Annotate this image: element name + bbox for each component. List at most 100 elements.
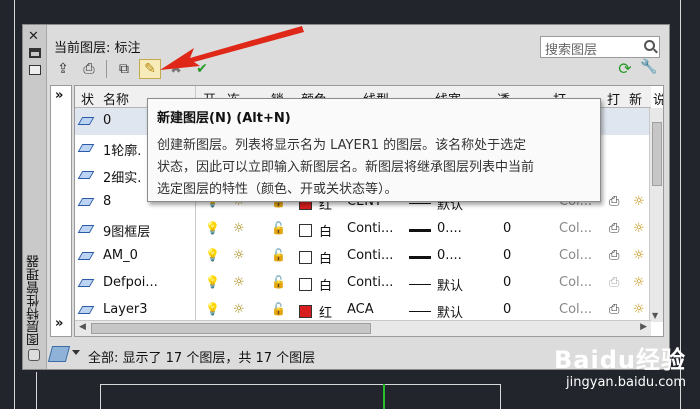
layer-transparency[interactable]: 0 [503, 248, 511, 263]
layer-linetype[interactable]: Conti... [347, 221, 393, 236]
layer-name[interactable]: AM_0 [103, 248, 138, 263]
cad-line [100, 384, 101, 409]
layer-lineweight[interactable]: 默认 [437, 275, 463, 294]
scroll-down-icon[interactable]: ▼ [652, 311, 658, 320]
invert-filter-checkbox[interactable] [28, 349, 40, 361]
layer-name[interactable]: 0 [103, 113, 111, 128]
lineweight-sample[interactable] [409, 203, 431, 204]
layer-name[interactable]: 1轮廓. [103, 140, 141, 159]
layer-name[interactable]: 2细实. [103, 167, 141, 186]
color-swatch[interactable] [299, 278, 312, 291]
filter-tree-pane: » » [50, 85, 72, 337]
layer-lineweight[interactable]: 默认 [437, 302, 463, 321]
new-vp-freeze-icon[interactable]: ☼ [633, 248, 645, 263]
new-group-filter-button[interactable]: ⎙ [78, 59, 100, 79]
vertical-scrollbar[interactable]: ▼ [649, 108, 663, 322]
layer-states-manager-button[interactable]: ⧉ [113, 59, 135, 79]
scroll-right-icon[interactable]: ▶ [640, 322, 647, 332]
layer-linetype[interactable]: Conti... [347, 248, 393, 263]
column-description[interactable]: 说明 [653, 89, 663, 108]
freeze-toggle-icon[interactable]: ☼ [233, 302, 245, 317]
horizontal-scrollbar[interactable]: ◀ ▶ [75, 320, 651, 336]
layer-plot-style[interactable]: Col... [559, 275, 592, 290]
new-vp-freeze-icon[interactable]: ☼ [633, 221, 645, 236]
column-name[interactable]: 名称 [103, 89, 129, 108]
layer-plot-style[interactable]: Col... [559, 221, 592, 236]
column-plot[interactable]: 打 [607, 89, 620, 108]
expand-filter-tree-button[interactable]: » [55, 88, 63, 103]
lineweight-sample[interactable] [409, 256, 431, 259]
column-new-vp-freeze[interactable]: 新 [629, 89, 642, 108]
close-icon[interactable]: ✕ [28, 29, 39, 44]
table-row[interactable]: Defpoi... 💡 ☼ 🔓 白 Conti... 默认 0 Col... ⎙ ☼ [75, 270, 651, 297]
layer-linetype[interactable]: Conti... [347, 275, 393, 290]
color-swatch[interactable] [299, 224, 312, 237]
layer-linetype[interactable]: ACA [347, 302, 374, 317]
freeze-toggle-icon[interactable]: ☼ [233, 248, 245, 263]
layer-color-name[interactable]: 白 [319, 275, 332, 294]
new-property-filter-icon: ⇪ [57, 61, 69, 77]
color-swatch[interactable] [299, 305, 312, 318]
lineweight-sample[interactable] [409, 284, 431, 285]
layer-lineweight[interactable]: 0.... [437, 221, 462, 236]
lock-toggle-icon[interactable]: 🔓 [271, 302, 286, 316]
lock-toggle-icon[interactable]: 🔓 [271, 275, 286, 289]
plot-toggle-icon[interactable]: ⎙ [609, 275, 619, 290]
lineweight-sample[interactable] [409, 229, 431, 232]
on-toggle-icon[interactable]: 💡 [205, 302, 220, 316]
cad-line [36, 372, 37, 409]
layer-lineweight[interactable]: 0.... [437, 248, 462, 263]
layer-transparency[interactable]: 0 [503, 302, 511, 317]
on-toggle-icon[interactable]: 💡 [205, 221, 220, 235]
table-row[interactable]: 9图框层 💡 ☼ 🔓 白 Conti... 0.... 0 Col... ⎙ ☼ [75, 216, 651, 243]
color-swatch[interactable] [299, 251, 312, 264]
lineweight-sample[interactable] [409, 311, 431, 312]
filter-icon[interactable] [47, 346, 71, 362]
lock-toggle-icon[interactable]: 🔓 [271, 221, 286, 235]
search-input[interactable]: 搜索图层 [540, 36, 660, 58]
on-toggle-icon[interactable]: 💡 [205, 248, 220, 262]
layer-name[interactable]: 9图框层 [103, 221, 150, 240]
layer-name[interactable]: Layer3 [103, 302, 148, 317]
vertical-scroll-thumb[interactable] [652, 122, 662, 186]
freeze-toggle-icon[interactable]: ☼ [233, 275, 245, 290]
watermark-url: jingyan.baidu.com [566, 375, 686, 390]
table-row[interactable]: AM_0 💡 ☼ 🔓 白 Conti... 0.... 0 Col... ⎙ ☼ [75, 243, 651, 270]
layer-color-name[interactable]: 红 [319, 302, 332, 321]
plot-toggle-icon[interactable]: ⎙ [609, 248, 619, 263]
scroll-left-icon[interactable]: ◀ [79, 322, 86, 332]
layer-status-icon [77, 279, 95, 287]
column-status[interactable]: 状 [81, 89, 94, 108]
layer-plot-style[interactable]: Col... [559, 302, 592, 317]
properties-menu-icon[interactable] [29, 65, 41, 75]
plot-toggle-icon[interactable]: ⎙ [609, 221, 619, 236]
auto-hide-icon[interactable] [29, 48, 41, 58]
layer-transparency[interactable]: 0 [503, 221, 511, 236]
lock-toggle-icon[interactable]: 🔓 [271, 248, 286, 262]
layer-color-name[interactable]: 白 [319, 221, 332, 240]
layer-name[interactable]: Defpoi... [103, 275, 158, 290]
layer-plot-style[interactable]: Col... [559, 248, 592, 263]
on-toggle-icon[interactable]: 💡 [205, 275, 220, 289]
settings-button[interactable]: 🔧 [638, 59, 660, 79]
palette-titlebar[interactable]: ✕ 图层特性管理器 [23, 25, 47, 369]
layer-name[interactable]: 8 [103, 194, 111, 209]
settings-icon: 🔧 [640, 59, 658, 75]
current-layer-label: 当前图层: 标注 [54, 41, 141, 56]
search-placeholder: 搜索图层 [545, 43, 598, 58]
search-icon[interactable] [644, 40, 655, 51]
layer-transparency[interactable]: 0 [503, 275, 511, 290]
layer-color-name[interactable]: 白 [319, 248, 332, 267]
refresh-button[interactable]: ⟳ [614, 59, 636, 79]
new-vp-freeze-icon[interactable]: ☼ [633, 275, 645, 290]
horizontal-scroll-thumb[interactable] [91, 323, 371, 334]
plot-toggle-icon[interactable]: ⎙ [609, 194, 619, 209]
chevron-down-icon[interactable] [72, 350, 80, 355]
new-vp-freeze-icon[interactable]: ☼ [633, 302, 645, 317]
new-vp-freeze-icon[interactable]: ☼ [633, 194, 645, 209]
new-property-filter-button[interactable]: ⇪ [52, 59, 74, 79]
collapse-filter-tree-button[interactable]: » [55, 316, 63, 331]
freeze-toggle-icon[interactable]: ☼ [233, 221, 245, 236]
watermark-logo: Baidu经验 [554, 346, 686, 374]
plot-toggle-icon[interactable]: ⎙ [609, 302, 619, 317]
